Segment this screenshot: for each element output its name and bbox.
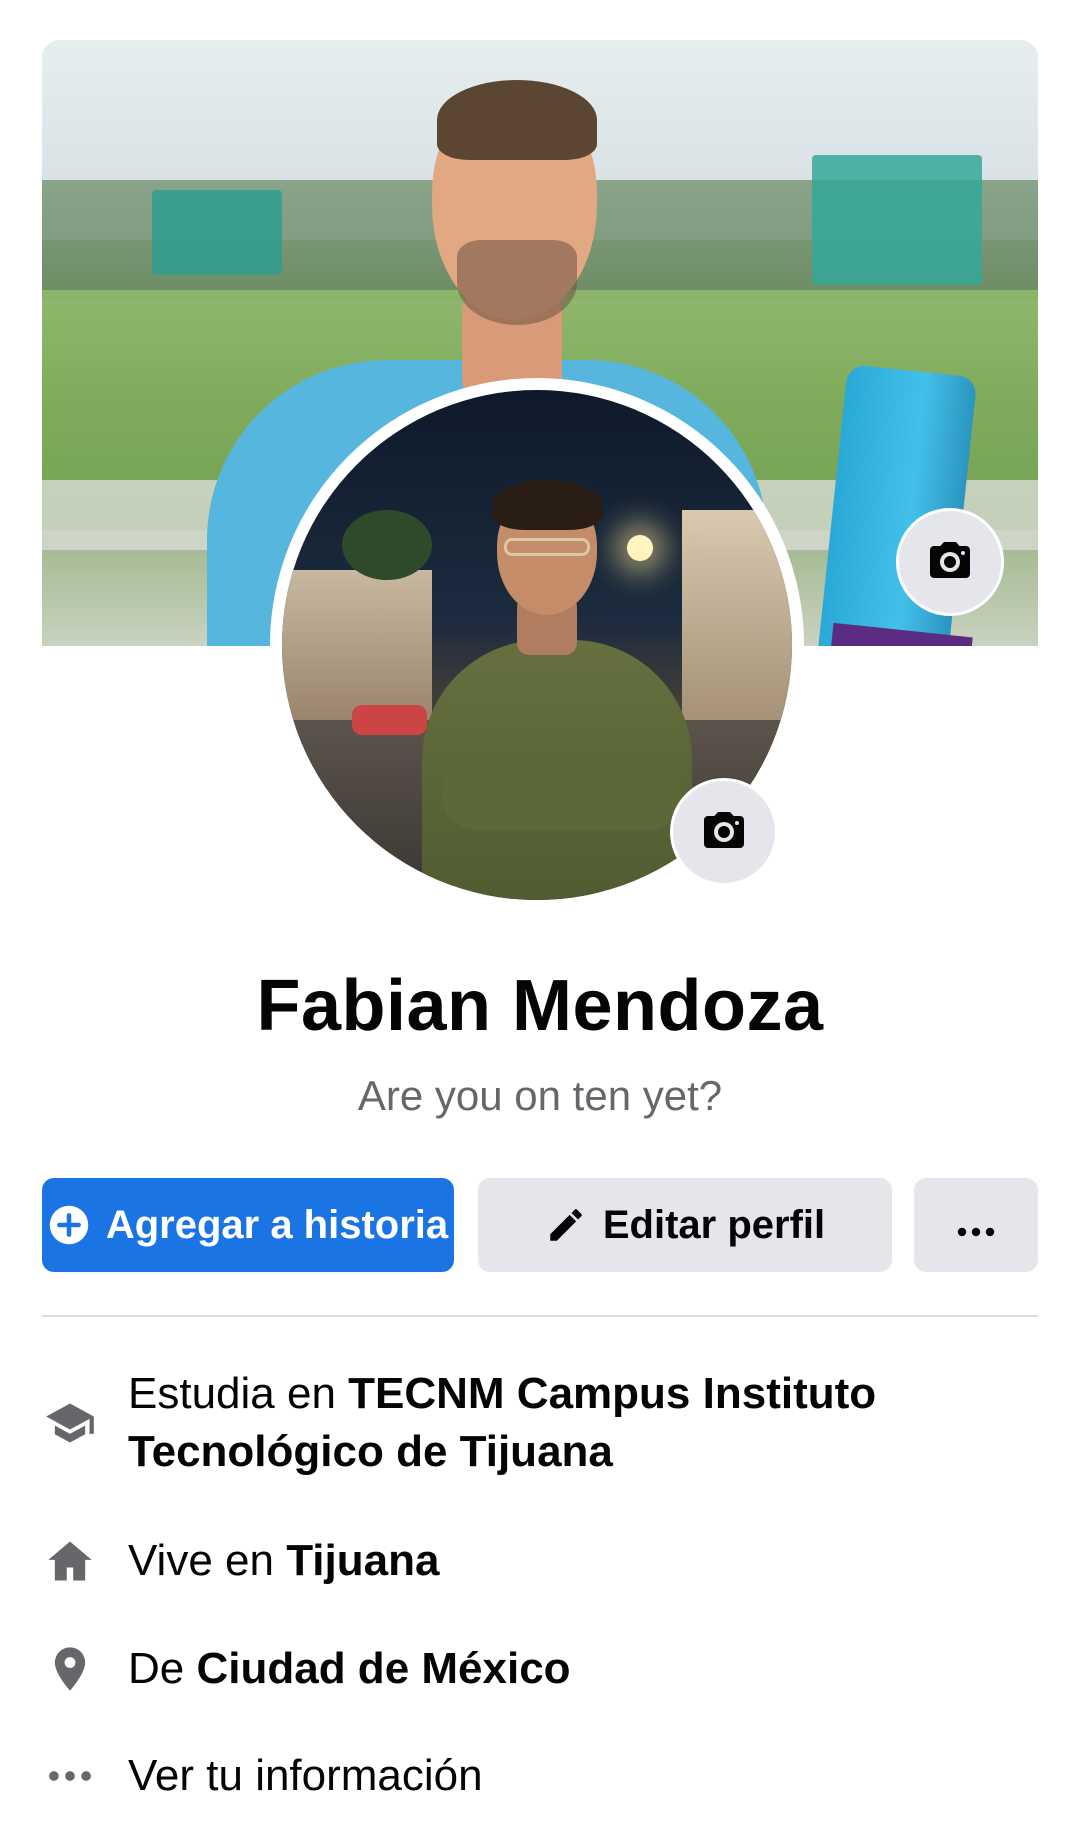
info-current-city[interactable]: Vive en Tijuana (42, 1532, 1038, 1590)
from-prefix: De (128, 1644, 197, 1693)
lives-place: Tijuana (286, 1536, 440, 1585)
from-place: Ciudad de México (196, 1644, 571, 1693)
location-pin-icon (42, 1643, 98, 1695)
education-place-line2: Tecnológico de Tijuana (128, 1427, 613, 1476)
camera-icon (700, 806, 748, 859)
avatar-person-hair (492, 480, 602, 530)
section-divider (42, 1315, 1038, 1317)
profile-bio: Are you on ten yet? (357, 1072, 723, 1119)
ellipsis-icon (42, 1769, 98, 1783)
avatar-streetlight (627, 535, 653, 561)
info-education[interactable]: Estudia en TECNM Campus Instituto Tecnol… (42, 1365, 1038, 1481)
add-to-story-button[interactable]: Agregar a historia (42, 1178, 454, 1272)
more-options-button[interactable] (914, 1178, 1038, 1272)
graduation-cap-icon (42, 1397, 98, 1449)
camera-icon (926, 536, 974, 589)
avatar-person-glasses (504, 538, 590, 556)
avatar-person-arms (442, 760, 682, 830)
edit-profile-label: Editar perfil (602, 1202, 826, 1247)
cover-person-hair (437, 80, 597, 160)
add-to-story-label: Agregar a historia (105, 1202, 449, 1247)
avatar-car (352, 705, 427, 735)
lives-prefix: Vive en (128, 1536, 287, 1585)
avatar-palm-tree (342, 510, 432, 580)
ellipsis-icon (956, 1203, 996, 1248)
cover-person-beard (457, 240, 577, 325)
avatar-building (682, 510, 792, 750)
plus-circle-icon (48, 1204, 90, 1246)
education-prefix: Estudia en (128, 1369, 349, 1418)
cover-structure (812, 155, 982, 285)
info-hometown[interactable]: De Ciudad de México (42, 1640, 1038, 1698)
cover-structure (152, 190, 282, 275)
see-your-info-label: Ver tu información (128, 1751, 483, 1800)
see-your-info-link[interactable]: Ver tu información (42, 1747, 1038, 1805)
pencil-icon (545, 1204, 587, 1246)
edit-profile-button[interactable]: Editar perfil (478, 1178, 892, 1272)
home-icon (42, 1535, 98, 1587)
education-place-line1: TECNM Campus Instituto (348, 1369, 877, 1418)
profile-name: Fabian Mendoza (256, 966, 824, 1046)
change-profile-photo-button[interactable] (670, 778, 778, 886)
change-cover-photo-button[interactable] (896, 508, 1004, 616)
